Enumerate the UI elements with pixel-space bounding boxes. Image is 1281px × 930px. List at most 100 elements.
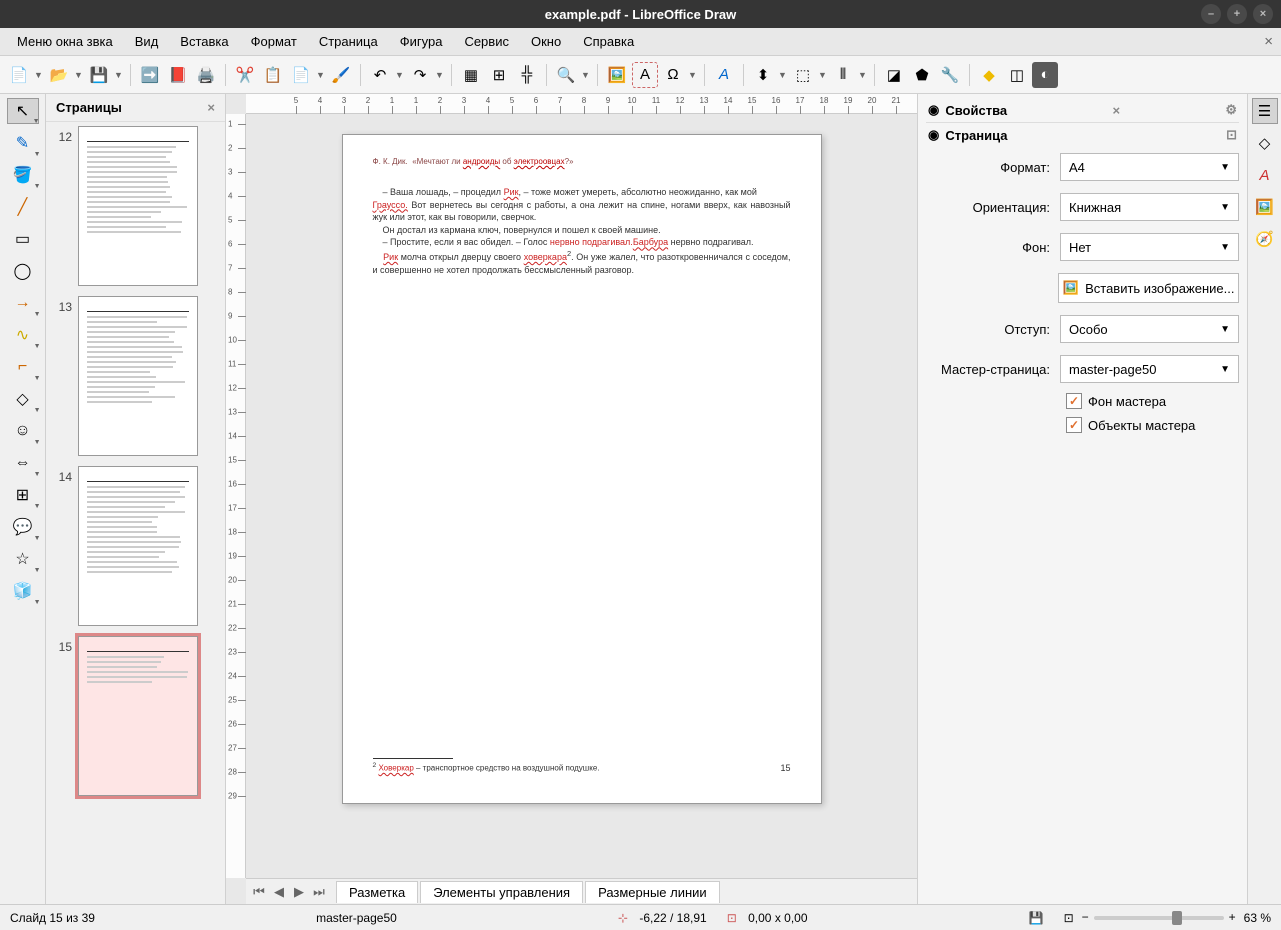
margin-select[interactable]: Особо▼ <box>1060 315 1239 343</box>
snap-button[interactable]: ⊞ <box>486 62 512 88</box>
undo-button[interactable]: ↶ <box>367 62 393 88</box>
stars-tool[interactable]: ☆▼ <box>7 546 39 572</box>
export-pdf-button[interactable]: 📕 <box>165 62 191 88</box>
print-button[interactable]: 🖨️ <box>193 62 219 88</box>
fill-color-tool[interactable]: 🪣▼ <box>7 162 39 188</box>
section-more-icon[interactable]: ⊡ <box>1226 127 1237 143</box>
export-button[interactable]: ➡️ <box>137 62 163 88</box>
status-zoom[interactable]: 63 % <box>1244 911 1271 925</box>
guides-button[interactable]: ╬ <box>514 62 540 88</box>
clone-format-button[interactable]: 🖌️ <box>328 62 354 88</box>
copy-button[interactable]: 📋 <box>260 62 286 88</box>
prev-page-icon[interactable]: ◀ <box>270 884 288 900</box>
3d-tool[interactable]: 🧊▼ <box>7 578 39 604</box>
menu-page[interactable]: Страница <box>310 31 387 52</box>
status-save-icon[interactable]: 💾 <box>1029 911 1044 925</box>
callouts-tool[interactable]: 💬▼ <box>7 514 39 540</box>
menu-tools[interactable]: Сервис <box>455 31 518 52</box>
special-char-button[interactable]: Ω <box>660 62 686 88</box>
menu-format[interactable]: Формат <box>242 31 306 52</box>
extrusion-button[interactable]: ◫ <box>1004 62 1030 88</box>
draw-functions-button[interactable]: ◐ <box>1032 62 1058 88</box>
sidebar-menu-icon[interactable]: ⚙ <box>1225 102 1237 118</box>
line-tool[interactable]: ╱ <box>7 194 39 220</box>
page-thumb[interactable]: 13 <box>54 296 217 456</box>
gluepoints-button[interactable]: ◆ <box>976 62 1002 88</box>
properties-icon[interactable]: ☰ <box>1252 98 1278 124</box>
menu-insert[interactable]: Вставка <box>171 31 237 52</box>
master-obj-checkbox[interactable]: ✓ <box>1066 417 1082 433</box>
menu-help[interactable]: Справка <box>574 31 643 52</box>
ellipse-tool[interactable]: ◯ <box>7 258 39 284</box>
image-button[interactable]: 🖼️ <box>604 62 630 88</box>
page-thumb[interactable]: 15 <box>54 636 217 796</box>
new-dropdown[interactable]: ▼ <box>34 70 44 80</box>
sidebar-close-icon[interactable]: × <box>1112 103 1120 118</box>
first-page-icon[interactable]: ⏮ <box>250 884 268 900</box>
gallery-icon[interactable]: 🖼️ <box>1252 194 1278 220</box>
pages-list[interactable]: 12131415 <box>46 122 225 904</box>
new-button[interactable]: 📄 <box>6 62 32 88</box>
pages-panel-close-icon[interactable]: × <box>207 100 215 115</box>
menu-view[interactable]: Вид <box>126 31 168 52</box>
grid-button[interactable]: ▦ <box>458 62 484 88</box>
ruler-vertical[interactable]: 1234567891011121314151617181920212223242… <box>226 114 246 878</box>
close-button[interactable]: × <box>1253 4 1273 24</box>
canvas-scroll[interactable]: Ф. К. Дик. «Мечтают ли андроиды об элект… <box>246 114 917 878</box>
master-select[interactable]: master-page50▼ <box>1060 355 1239 383</box>
open-button[interactable]: 📂 <box>46 62 72 88</box>
connector-tool[interactable]: ⌐▼ <box>7 354 39 380</box>
symbol-shapes-tool[interactable]: ☺▼ <box>7 418 39 444</box>
tab-controls[interactable]: Элементы управления <box>420 881 583 903</box>
last-page-icon[interactable]: ⏭ <box>310 884 328 900</box>
shapes-icon[interactable]: ◇ <box>1252 130 1278 156</box>
align-button[interactable]: ⬍ <box>750 62 776 88</box>
page-view[interactable]: Ф. К. Дик. «Мечтают ли андроиды об элект… <box>342 134 822 804</box>
page-thumb[interactable]: 12 <box>54 126 217 286</box>
page-thumb[interactable]: 14 <box>54 466 217 626</box>
curve-tool[interactable]: ∿▼ <box>7 322 39 348</box>
paste-button[interactable]: 📄 <box>288 62 314 88</box>
menu-file[interactable]: Меню окна звка <box>8 31 122 52</box>
open-dropdown[interactable]: ▼ <box>74 70 84 80</box>
arrange-button[interactable]: ⬚ <box>790 62 816 88</box>
shadow-button[interactable]: ◪ <box>881 62 907 88</box>
expand-icon[interactable]: ◉ <box>928 127 939 143</box>
next-page-icon[interactable]: ▶ <box>290 884 308 900</box>
zoom-button[interactable]: 🔍 <box>553 62 579 88</box>
navigator-icon[interactable]: 🧭 <box>1252 226 1278 252</box>
tab-layout[interactable]: Разметка <box>336 881 418 903</box>
line-color-tool[interactable]: ✎▼ <box>7 130 39 156</box>
status-slide[interactable]: Слайд 15 из 39 <box>10 911 95 925</box>
filter-button[interactable]: 🔧 <box>937 62 963 88</box>
maximize-button[interactable]: + <box>1227 4 1247 24</box>
tab-dimlines[interactable]: Размерные линии <box>585 881 720 903</box>
status-master[interactable]: master-page50 <box>316 911 397 925</box>
save-button[interactable]: 💾 <box>86 62 112 88</box>
cut-button[interactable]: ✂️ <box>232 62 258 88</box>
redo-button[interactable]: ↷ <box>407 62 433 88</box>
rect-tool[interactable]: ▭ <box>7 226 39 252</box>
minimize-button[interactable]: – <box>1201 4 1221 24</box>
zoom-fit-icon[interactable]: ⊡ <box>1064 911 1074 925</box>
textbox-button[interactable]: A <box>632 62 658 88</box>
zoom-slider[interactable]: −+ <box>1094 916 1224 920</box>
arrow-tool[interactable]: →▼ <box>7 290 39 316</box>
close-document-icon[interactable]: × <box>1264 33 1273 50</box>
styles-icon[interactable]: A <box>1252 162 1278 188</box>
orientation-select[interactable]: Книжная▼ <box>1060 193 1239 221</box>
expand-icon[interactable]: ◉ <box>928 102 939 118</box>
flowchart-tool[interactable]: ⊞▼ <box>7 482 39 508</box>
fontwork-button[interactable]: A <box>711 62 737 88</box>
format-select[interactable]: A4▼ <box>1060 153 1239 181</box>
menu-shape[interactable]: Фигура <box>391 31 452 52</box>
ruler-horizontal[interactable]: 54321123456789101112131415161718192021 <box>246 94 917 114</box>
basic-shapes-tool[interactable]: ◇▼ <box>7 386 39 412</box>
background-select[interactable]: Нет▼ <box>1060 233 1239 261</box>
distribute-button[interactable]: ⫴ <box>830 62 856 88</box>
select-tool[interactable]: ↖▼ <box>7 98 39 124</box>
master-bg-checkbox[interactable]: ✓ <box>1066 393 1082 409</box>
block-arrows-tool[interactable]: ⇔▼ <box>7 450 39 476</box>
insert-image-button[interactable]: 🖼️ Вставить изображение... <box>1058 273 1239 303</box>
save-dropdown[interactable]: ▼ <box>114 70 124 80</box>
